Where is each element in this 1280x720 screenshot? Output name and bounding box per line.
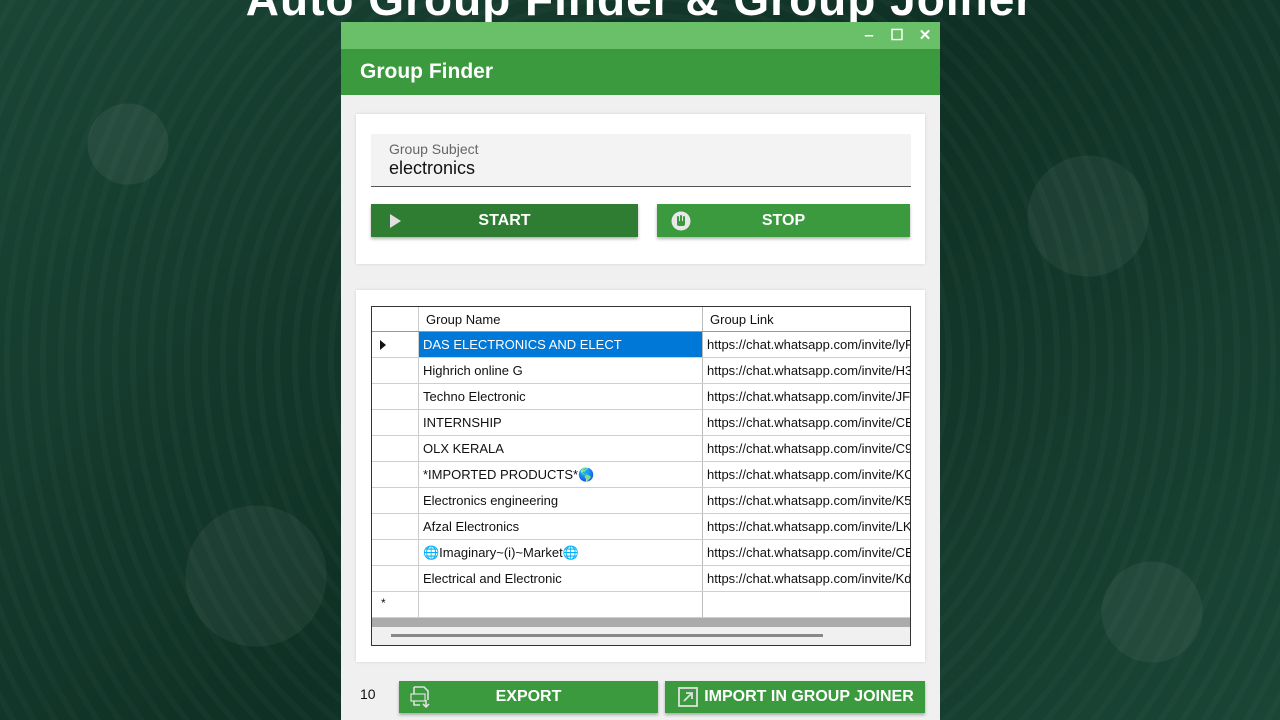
row-header[interactable] xyxy=(372,514,419,539)
group-link-cell[interactable]: https://chat.whatsapp.com/invite/CBI xyxy=(703,410,910,435)
table-row[interactable]: Techno Electronic https://chat.whatsapp.… xyxy=(372,384,910,410)
stop-hand-icon xyxy=(671,211,691,231)
window-title: Group Finder xyxy=(341,49,940,95)
table-row[interactable]: DAS ELECTRONICS AND ELECT https://chat.w… xyxy=(372,332,910,358)
group-link-cell[interactable]: https://chat.whatsapp.com/invite/C9 xyxy=(703,436,910,461)
group-subject-input[interactable] xyxy=(389,158,889,179)
row-header[interactable] xyxy=(372,540,419,565)
start-button[interactable]: START xyxy=(371,204,638,237)
group-link-cell[interactable] xyxy=(703,592,910,617)
open-external-icon xyxy=(678,687,698,707)
group-name-cell[interactable] xyxy=(419,592,703,617)
group-name-cell[interactable]: 🌐Imaginary~(i)~Market🌐 xyxy=(419,540,703,565)
table-row[interactable]: Highrich online G https://chat.whatsapp.… xyxy=(372,358,910,384)
results-grid[interactable]: Group Name Group Link DAS ELECTRONICS AN… xyxy=(371,306,911,646)
group-finder-window: ‒ ☐ ✕ Group Finder Group Subject START S… xyxy=(341,22,940,720)
group-name-cell[interactable]: Highrich online G xyxy=(419,358,703,383)
group-link-cell[interactable]: https://chat.whatsapp.com/invite/LK xyxy=(703,514,910,539)
close-icon[interactable]: ✕ xyxy=(916,26,934,44)
row-header[interactable] xyxy=(372,462,419,487)
stop-button-label: STOP xyxy=(761,211,806,229)
table-row[interactable]: Electrical and Electronic https://chat.w… xyxy=(372,566,910,592)
maximize-icon[interactable]: ☐ xyxy=(888,26,906,44)
scrollbar-thumb[interactable] xyxy=(391,634,823,637)
minimize-icon[interactable]: ‒ xyxy=(860,26,878,44)
result-count: 10 xyxy=(360,686,376,702)
table-row[interactable]: 🌐Imaginary~(i)~Market🌐 https://chat.what… xyxy=(372,540,910,566)
row-header[interactable] xyxy=(372,488,419,513)
column-header-group-name[interactable]: Group Name xyxy=(419,307,703,331)
new-row-marker: * xyxy=(381,596,386,610)
results-card: Group Name Group Link DAS ELECTRONICS AN… xyxy=(356,290,925,662)
table-row[interactable]: Afzal Electronics https://chat.whatsapp.… xyxy=(372,514,910,540)
stop-button[interactable]: STOP xyxy=(657,204,910,237)
row-header[interactable] xyxy=(372,384,419,409)
play-icon xyxy=(390,214,401,228)
row-header[interactable] xyxy=(372,410,419,435)
title-bar[interactable]: ‒ ☐ ✕ xyxy=(341,22,940,49)
table-row[interactable]: Electronics engineering https://chat.wha… xyxy=(372,488,910,514)
table-row[interactable]: INTERNSHIP https://chat.whatsapp.com/inv… xyxy=(372,410,910,436)
new-row[interactable]: * xyxy=(372,592,910,618)
group-name-cell[interactable]: OLX KERALA xyxy=(419,436,703,461)
xls-export-icon xyxy=(410,686,430,709)
row-header[interactable] xyxy=(372,332,419,357)
group-name-cell[interactable]: DAS ELECTRONICS AND ELECT xyxy=(419,332,703,357)
group-name-cell[interactable]: Electrical and Electronic xyxy=(419,566,703,591)
column-header-group-link[interactable]: Group Link xyxy=(703,307,910,331)
group-link-cell[interactable]: https://chat.whatsapp.com/invite/lyF xyxy=(703,332,910,357)
table-row[interactable]: *IMPORTED PRODUCTS*🌎 https://chat.whatsa… xyxy=(372,462,910,488)
group-name-cell[interactable]: *IMPORTED PRODUCTS*🌎 xyxy=(419,462,703,487)
import-button-label: IMPORT IN GROUP JOINER xyxy=(704,688,914,705)
group-link-cell[interactable]: https://chat.whatsapp.com/invite/CE xyxy=(703,540,910,565)
start-button-label: START xyxy=(478,211,531,229)
window-controls: ‒ ☐ ✕ xyxy=(860,26,934,45)
current-row-arrow-icon xyxy=(380,340,386,350)
group-link-cell[interactable]: https://chat.whatsapp.com/invite/KO xyxy=(703,462,910,487)
export-button-label: EXPORT xyxy=(495,688,562,705)
horizontal-scrollbar[interactable] xyxy=(372,627,910,645)
grid-header: Group Name Group Link xyxy=(372,307,910,332)
group-link-cell[interactable]: https://chat.whatsapp.com/invite/H3 xyxy=(703,358,910,383)
row-header-corner[interactable] xyxy=(372,307,419,331)
table-row[interactable]: OLX KERALA https://chat.whatsapp.com/inv… xyxy=(372,436,910,462)
row-header[interactable] xyxy=(372,358,419,383)
search-card: Group Subject START STOP xyxy=(356,114,925,264)
group-link-cell[interactable]: https://chat.whatsapp.com/invite/JFh xyxy=(703,384,910,409)
group-name-cell[interactable]: Electronics engineering xyxy=(419,488,703,513)
group-subject-label: Group Subject xyxy=(389,141,479,157)
group-link-cell[interactable]: https://chat.whatsapp.com/invite/Kd xyxy=(703,566,910,591)
group-link-cell[interactable]: https://chat.whatsapp.com/invite/K5 xyxy=(703,488,910,513)
export-button[interactable]: EXPORT xyxy=(399,681,658,713)
group-name-cell[interactable]: Afzal Electronics xyxy=(419,514,703,539)
group-name-cell[interactable]: INTERNSHIP xyxy=(419,410,703,435)
group-name-cell[interactable]: Techno Electronic xyxy=(419,384,703,409)
row-header[interactable] xyxy=(372,566,419,591)
row-header[interactable]: * xyxy=(372,592,419,617)
import-in-group-joiner-button[interactable]: IMPORT IN GROUP JOINER xyxy=(665,681,925,713)
row-header[interactable] xyxy=(372,436,419,461)
group-subject-field[interactable]: Group Subject xyxy=(371,134,911,187)
